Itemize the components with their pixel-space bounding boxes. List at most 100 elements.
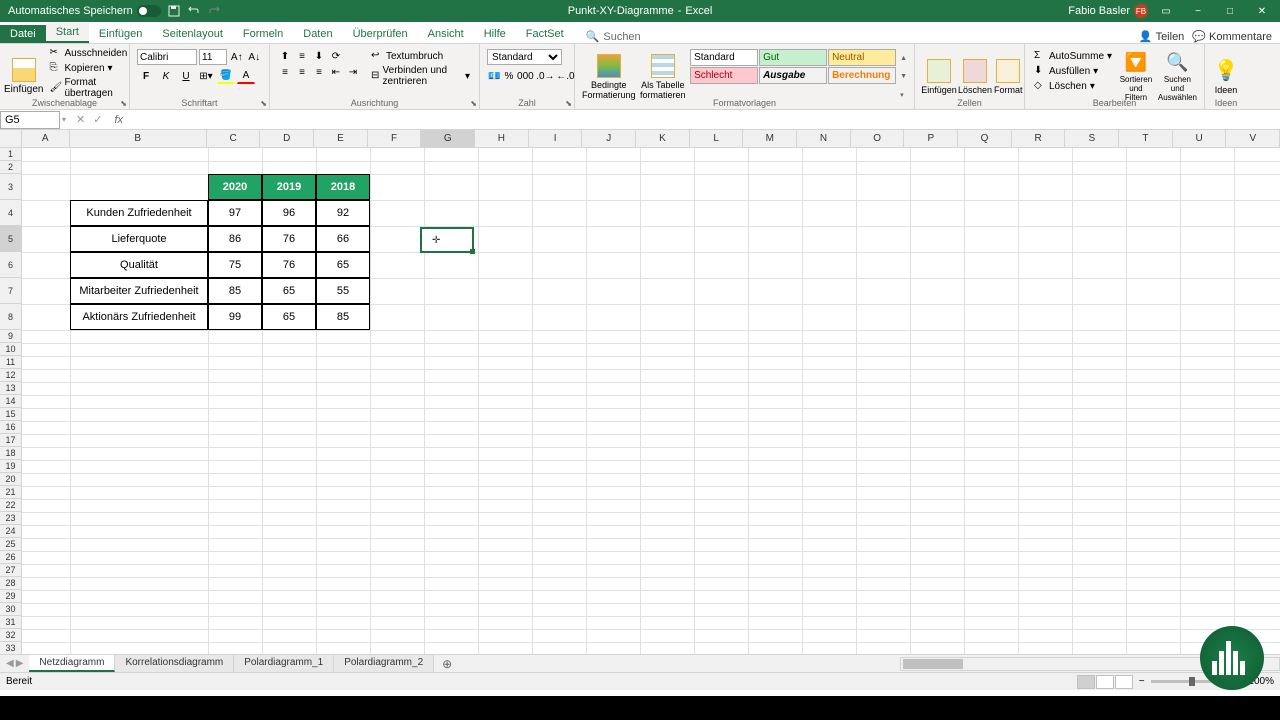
row-header-24[interactable]: 24 [0, 525, 22, 538]
wrap-text-button[interactable]: ↩Textumbruch [369, 49, 472, 63]
row-header-8[interactable]: 8 [0, 304, 22, 330]
align-bottom-button[interactable]: ⬇ [311, 49, 327, 63]
formula-input[interactable] [127, 111, 1280, 129]
style-ausgabe[interactable]: Ausgabe [759, 67, 827, 84]
zoom-out-button[interactable]: − [1139, 676, 1145, 687]
col-header-J[interactable]: J [582, 130, 636, 147]
user-avatar[interactable]: FB [1134, 4, 1148, 18]
col-header-H[interactable]: H [475, 130, 529, 147]
row-header-12[interactable]: 12 [0, 369, 22, 382]
row-header-16[interactable]: 16 [0, 421, 22, 434]
increase-font-button[interactable]: A↑ [229, 49, 245, 65]
col-header-O[interactable]: O [851, 130, 905, 147]
col-header-M[interactable]: M [743, 130, 797, 147]
row-header-4[interactable]: 4 [0, 200, 22, 226]
sheet-tab[interactable]: Korrelationsdiagramm [115, 655, 234, 672]
sheet-tab[interactable]: Polardiagramm_1 [234, 655, 334, 672]
decrease-font-button[interactable]: A↓ [247, 49, 263, 65]
sheet-tab[interactable]: Netzdiagramm [29, 655, 115, 672]
cut-button[interactable]: ✂Ausschneiden [47, 46, 129, 60]
fill-color-button[interactable]: 🪣 [217, 68, 235, 84]
table-header[interactable]: 2020 [208, 174, 262, 200]
table-cell[interactable]: 92 [316, 200, 370, 226]
accept-formula-icon[interactable]: ✓ [93, 113, 102, 126]
row-header-22[interactable]: 22 [0, 499, 22, 512]
table-cell[interactable]: 85 [208, 278, 262, 304]
thousands-button[interactable]: 000 [516, 68, 534, 84]
col-header-T[interactable]: T [1119, 130, 1173, 147]
row-header-2[interactable]: 2 [0, 161, 22, 174]
table-cell[interactable]: 75 [208, 252, 262, 278]
table-cell[interactable]: 97 [208, 200, 262, 226]
table-cell[interactable]: 66 [316, 226, 370, 252]
merge-center-button[interactable]: ⊟Verbinden und zentrieren▾ [369, 64, 472, 88]
clipboard-launcher[interactable]: ⬊ [120, 99, 127, 108]
underline-button[interactable]: U [177, 68, 195, 84]
align-middle-button[interactable]: ≡ [294, 49, 310, 63]
find-select-button[interactable]: 🔍 Suchen und Auswählen [1158, 49, 1197, 104]
close-button[interactable]: ✕ [1248, 0, 1276, 22]
row-header-29[interactable]: 29 [0, 590, 22, 603]
ribbon-display-icon[interactable]: ▭ [1152, 0, 1180, 22]
row-header-18[interactable]: 18 [0, 447, 22, 460]
row-header-27[interactable]: 27 [0, 564, 22, 577]
table-cell[interactable]: 86 [208, 226, 262, 252]
minimize-button[interactable]: − [1184, 0, 1212, 22]
insert-cells-button[interactable]: Einfügen [922, 49, 956, 104]
table-row-label[interactable]: Qualität [70, 252, 208, 278]
row-header-13[interactable]: 13 [0, 382, 22, 395]
save-icon[interactable] [167, 4, 181, 18]
col-header-K[interactable]: K [636, 130, 690, 147]
number-format-select[interactable]: Standard [487, 49, 562, 65]
page-break-view-button[interactable] [1115, 675, 1133, 689]
fx-icon[interactable]: fx [110, 114, 127, 126]
table-row-label[interactable]: Kunden Zufriedenheit [70, 200, 208, 226]
accounting-format-button[interactable]: 💶 [487, 68, 501, 84]
orientation-button[interactable]: ⟳ [328, 49, 344, 63]
row-header-14[interactable]: 14 [0, 395, 22, 408]
table-cell[interactable]: 96 [262, 200, 316, 226]
col-header-R[interactable]: R [1012, 130, 1066, 147]
table-row-label[interactable]: Lieferquote [70, 226, 208, 252]
tab-formeln[interactable]: Formeln [233, 25, 293, 43]
col-header-C[interactable]: C [207, 130, 261, 147]
search-box[interactable]: 🔍 Suchen [586, 30, 641, 43]
tab-hilfe[interactable]: Hilfe [474, 25, 516, 43]
tab-daten[interactable]: Daten [293, 25, 342, 43]
col-header-U[interactable]: U [1173, 130, 1227, 147]
table-header[interactable]: 2018 [316, 174, 370, 200]
align-right-button[interactable]: ≡ [311, 65, 327, 79]
table-cell[interactable]: 76 [262, 252, 316, 278]
tab-ueberpruefen[interactable]: Überprüfen [343, 25, 418, 43]
tab-start[interactable]: Start [46, 23, 89, 43]
clear-button[interactable]: ◇Löschen▾ [1032, 79, 1114, 93]
copy-button[interactable]: ⎘Kopieren▾ [47, 61, 129, 75]
tab-ansicht[interactable]: Ansicht [418, 25, 474, 43]
table-header[interactable]: 2019 [262, 174, 316, 200]
spreadsheet-grid[interactable]: ABCDEFGHIJKLMNOPQRSTUV 12345678910111213… [0, 130, 1280, 654]
row-header-17[interactable]: 17 [0, 434, 22, 447]
autosum-button[interactable]: ΣAutoSumme▾ [1032, 49, 1114, 63]
tab-einfuegen[interactable]: Einfügen [89, 25, 152, 43]
delete-cells-button[interactable]: Löschen [958, 49, 992, 104]
cancel-formula-icon[interactable]: ✕ [76, 113, 85, 126]
increase-indent-button[interactable]: ⇥ [345, 65, 361, 79]
sheet-nav-next[interactable]: ▶ [16, 658, 24, 669]
table-row-label[interactable]: Mitarbeiter Zufriedenheit [70, 278, 208, 304]
font-size-select[interactable] [199, 49, 227, 65]
row-header-11[interactable]: 11 [0, 356, 22, 369]
italic-button[interactable]: K [157, 68, 175, 84]
alignment-launcher[interactable]: ⬊ [470, 99, 477, 108]
align-left-button[interactable]: ≡ [277, 65, 293, 79]
normal-view-button[interactable] [1077, 675, 1095, 689]
fill-button[interactable]: ⬇Ausfüllen▾ [1032, 64, 1114, 78]
page-layout-view-button[interactable] [1096, 675, 1114, 689]
style-berechnung[interactable]: Berechnung [828, 67, 896, 84]
col-header-E[interactable]: E [314, 130, 368, 147]
row-header-23[interactable]: 23 [0, 512, 22, 525]
table-cell[interactable]: 99 [208, 304, 262, 330]
align-center-button[interactable]: ≡ [294, 65, 310, 79]
table-cell[interactable]: 65 [316, 252, 370, 278]
row-header-19[interactable]: 19 [0, 460, 22, 473]
style-gut[interactable]: Gut [759, 49, 827, 66]
